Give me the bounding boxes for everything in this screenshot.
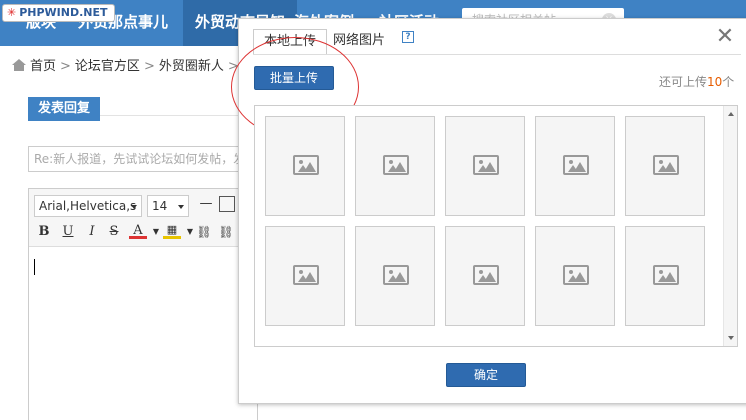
image-placeholder-icon [563,155,589,175]
image-slot[interactable] [625,226,705,326]
remaining-suffix: 个 [722,75,735,89]
home-icon[interactable] [12,59,26,71]
image-placeholder-icon [293,265,319,285]
title-input[interactable]: Re:新人报道，先试试论坛如何发帖，发 [28,146,258,172]
remaining-prefix: 还可上传 [659,75,708,89]
help-icon[interactable]: ? [402,31,414,43]
italic-icon[interactable]: I [83,223,101,241]
image-placeholder-icon [473,155,499,175]
reply-title: 发表回复 [28,97,101,121]
image-placeholder-icon [383,265,409,285]
page: 版块 外贸那点事儿 外贸动态早知 海外案例 社区活动 搜索社区相关帖 × ✳PH… [0,0,746,420]
horizontal-rule-icon[interactable]: — [195,195,217,213]
scroll-up-icon[interactable] [728,112,734,116]
link-icon[interactable]: ⛓ [195,223,213,241]
breadcrumb: 首页>论坛官方区>外贸圈新人>新 [12,55,256,74]
breadcrumb-home[interactable]: 首页 [30,59,56,74]
chevron-down-icon [131,205,137,209]
image-slot[interactable] [445,226,525,326]
breadcrumb-newcomers[interactable]: 外贸圈新人 [159,59,224,74]
watermark: ✳ PHPWIND.NET [2,4,115,22]
image-slot[interactable] [625,116,705,216]
remaining-count: 10 [707,75,723,89]
image-slot[interactable] [355,116,435,216]
font-size-select[interactable]: 14 [147,195,189,217]
background-color-icon[interactable]: ▦ [163,223,181,239]
image-placeholder-icon [293,155,319,175]
scrollbar[interactable] [723,106,737,346]
image-placeholder-icon [653,155,679,175]
text-caret [34,259,35,275]
image-placeholder-icon [383,155,409,175]
image-slot-grid [254,105,738,347]
image-placeholder-icon [473,265,499,285]
image-slot[interactable] [355,226,435,326]
strikethrough-icon[interactable]: S [105,223,123,241]
image-slot[interactable] [535,116,615,216]
image-placeholder-icon [563,265,589,285]
close-icon[interactable]: ✕ [715,26,735,48]
star-icon: ✳ [7,6,17,19]
editor-toolbar: Arial,Helvetica,s 14 — B U I S A ▼ ▦ ▼ ⛓… [29,189,257,247]
image-slot[interactable] [445,116,525,216]
table-icon[interactable] [219,196,235,212]
image-slot[interactable] [265,116,345,216]
font-family-value: Arial,Helvetica,s [39,199,137,213]
scroll-down-icon[interactable] [728,336,734,340]
font-color-icon[interactable]: A [129,223,147,239]
editor: Arial,Helvetica,s 14 — B U I S A ▼ ▦ ▼ ⛓… [28,188,258,420]
image-slot[interactable] [535,226,615,326]
confirm-button[interactable]: 确定 [446,363,526,387]
breadcrumb-forum-official[interactable]: 论坛官方区 [75,59,140,74]
chevron-down-icon [178,205,184,209]
upload-remaining: 还可上传10个 [659,73,734,90]
watermark-text: PHPWIND.NET [19,6,108,19]
reply-header: 发表回复 [28,86,258,121]
image-placeholder-icon [653,265,679,285]
bold-icon[interactable]: B [35,223,53,241]
unlink-icon[interactable]: ⛓ [217,223,235,241]
font-family-select[interactable]: Arial,Helvetica,s [34,195,142,217]
underline-icon[interactable]: U [59,223,77,241]
image-upload-dialog: 本地上传 网络图片 ? ✕ 批量上传 还可上传10个 确定 [231,18,746,404]
font-size-value: 14 [152,199,168,213]
image-slot[interactable] [265,226,345,326]
